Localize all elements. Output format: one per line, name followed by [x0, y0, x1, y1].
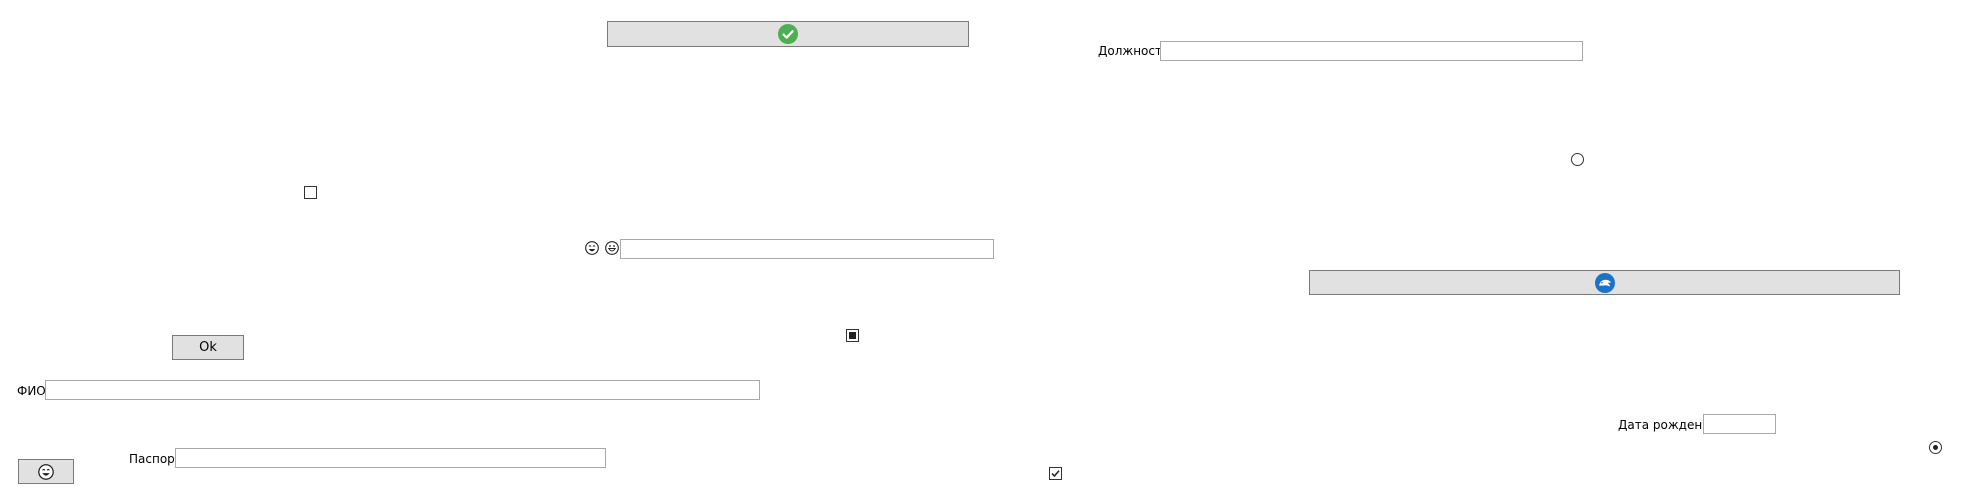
smiley-button[interactable] — [18, 459, 74, 484]
passport-label: Паспорт — [129, 452, 182, 466]
smiley-face-icon — [38, 463, 54, 480]
checkbox-checked[interactable] — [1049, 467, 1062, 480]
smiley-face-icon — [585, 241, 599, 255]
ok-button[interactable]: Ok — [172, 335, 244, 360]
dolphin-button[interactable] — [1309, 270, 1900, 295]
ok-button-label: Ok — [199, 340, 217, 355]
checkbox-indeterminate[interactable] — [846, 329, 859, 342]
checkbox-unchecked[interactable] — [304, 186, 317, 199]
passport-field[interactable] — [175, 448, 606, 468]
full-name-label: ФИО — [17, 384, 46, 398]
radio-checked[interactable] — [1929, 441, 1942, 454]
full-name-field[interactable] — [45, 380, 760, 400]
grin-face-icon — [605, 241, 619, 255]
birth-date-field[interactable] — [1703, 414, 1776, 434]
confirm-button[interactable] — [607, 21, 969, 47]
check-circle-icon — [778, 24, 798, 44]
radio-unchecked[interactable] — [1571, 153, 1584, 166]
emoji-field[interactable] — [620, 239, 994, 259]
position-field[interactable] — [1160, 41, 1583, 61]
position-label: Должность — [1098, 44, 1170, 58]
dolphin-icon — [1594, 272, 1615, 293]
